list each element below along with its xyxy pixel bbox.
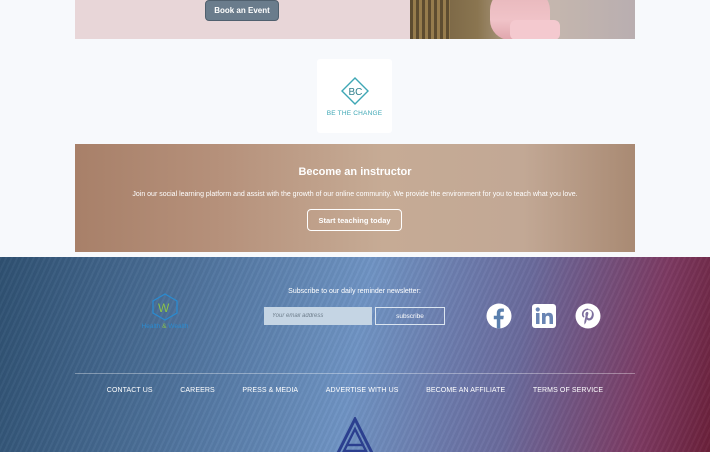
newsletter-email-input[interactable] bbox=[264, 307, 372, 325]
pinterest-icon[interactable] bbox=[575, 303, 601, 329]
become-instructor-banner: Become an instructor Join our social lea… bbox=[75, 144, 635, 252]
footer-link-careers[interactable]: CAREERS bbox=[180, 387, 215, 394]
footer-link-affiliate[interactable]: BECOME AN AFFILIATE bbox=[426, 387, 505, 394]
health-wealth-logo-icon: W bbox=[152, 293, 178, 321]
facebook-icon[interactable] bbox=[486, 303, 512, 329]
footer-link-advertise[interactable]: ADVERTISE WITH US bbox=[326, 387, 399, 394]
linkedin-icon[interactable] bbox=[531, 303, 557, 329]
be-the-change-logo-icon: BC bbox=[340, 76, 369, 105]
photo-figure-detail bbox=[510, 20, 560, 39]
event-photo bbox=[410, 0, 635, 39]
photo-background-decor bbox=[410, 0, 450, 39]
be-the-change-logo-text: BE THE CHANGE bbox=[326, 109, 383, 117]
event-banner: Book an Event bbox=[75, 0, 635, 39]
instructor-title: Become an instructor bbox=[298, 166, 412, 178]
svg-text:W: W bbox=[158, 301, 170, 315]
svg-text:BC: BC bbox=[348, 87, 362, 98]
footer-link-press-media[interactable]: PRESS & MEDIA bbox=[242, 387, 298, 394]
logo-text-wealth: Wealth bbox=[168, 323, 189, 330]
start-teaching-button[interactable]: Start teaching today bbox=[307, 209, 402, 231]
book-event-button[interactable]: Book an Event bbox=[205, 0, 279, 21]
health-wealth-logo[interactable]: W Health & Wealth bbox=[134, 293, 196, 337]
newsletter-label: Subscribe to our daily reminder newslett… bbox=[288, 288, 421, 295]
health-wealth-logo-text: Health & Wealth bbox=[142, 323, 189, 330]
subscribe-button[interactable]: subscribe bbox=[375, 307, 445, 325]
footer-link-contact-us[interactable]: CONTACT US bbox=[107, 387, 153, 394]
bottom-brand-logo-icon[interactable] bbox=[333, 417, 377, 452]
instructor-description: Join our social learning platform and as… bbox=[132, 191, 578, 198]
footer-nav: CONTACT US CAREERS PRESS & MEDIA ADVERTI… bbox=[75, 387, 635, 394]
site-footer: W Health & Wealth Subscribe to our daily… bbox=[0, 257, 710, 452]
footer-link-terms[interactable]: TERMS OF SERVICE bbox=[533, 387, 603, 394]
logo-text-health: Health bbox=[141, 323, 161, 330]
logo-text-amp: & bbox=[162, 323, 167, 330]
footer-divider bbox=[75, 373, 635, 374]
event-promo-panel: Book an Event bbox=[75, 0, 410, 39]
be-the-change-logo[interactable]: BC BE THE CHANGE bbox=[317, 59, 392, 133]
